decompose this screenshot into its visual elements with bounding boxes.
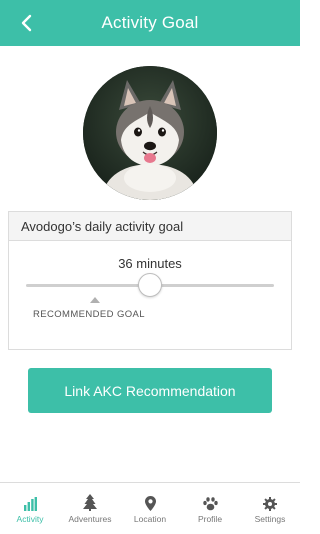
location-pin-icon: [144, 495, 156, 511]
nav-label-location: Location: [133, 513, 167, 524]
bar-chart-icon: [24, 496, 37, 511]
nav-item-activity[interactable]: Activity: [0, 494, 60, 524]
goal-minutes-value: 36 minutes: [118, 256, 182, 271]
bottom-nav: Activity Adventures Location Profile Set…: [0, 482, 300, 534]
nav-item-profile[interactable]: Profile: [180, 494, 240, 524]
dog-avatar: [83, 66, 217, 200]
gear-icon: [263, 496, 277, 511]
chevron-left-icon: [21, 14, 32, 32]
nav-label-adventures: Adventures: [68, 513, 112, 524]
activity-goal-card: Avodogo’s daily activity goal 36 minutes…: [8, 211, 292, 350]
nav-item-location[interactable]: Location: [120, 494, 180, 524]
goal-card-title: Avodogo’s daily activity goal: [9, 212, 291, 241]
husky-puppy-image: [83, 66, 217, 200]
nav-label-profile: Profile: [197, 513, 223, 524]
app-header: Activity Goal: [0, 0, 300, 46]
nav-label-settings: Settings: [254, 513, 286, 524]
recommended-goal-marker: [90, 297, 101, 303]
link-akc-recommendation-button[interactable]: Link AKC Recommendation: [28, 368, 272, 413]
paw-icon: [202, 496, 218, 510]
nav-item-settings[interactable]: Settings: [240, 494, 300, 524]
goal-slider-thumb[interactable]: [138, 273, 162, 297]
nav-item-adventures[interactable]: Adventures: [60, 493, 120, 524]
recommended-goal-label: RECOMMENDED GOAL: [33, 309, 145, 320]
page-title: Activity Goal: [101, 13, 199, 32]
tree-icon: [83, 493, 97, 511]
nav-label-activity: Activity: [16, 513, 44, 524]
back-button[interactable]: [16, 13, 36, 33]
